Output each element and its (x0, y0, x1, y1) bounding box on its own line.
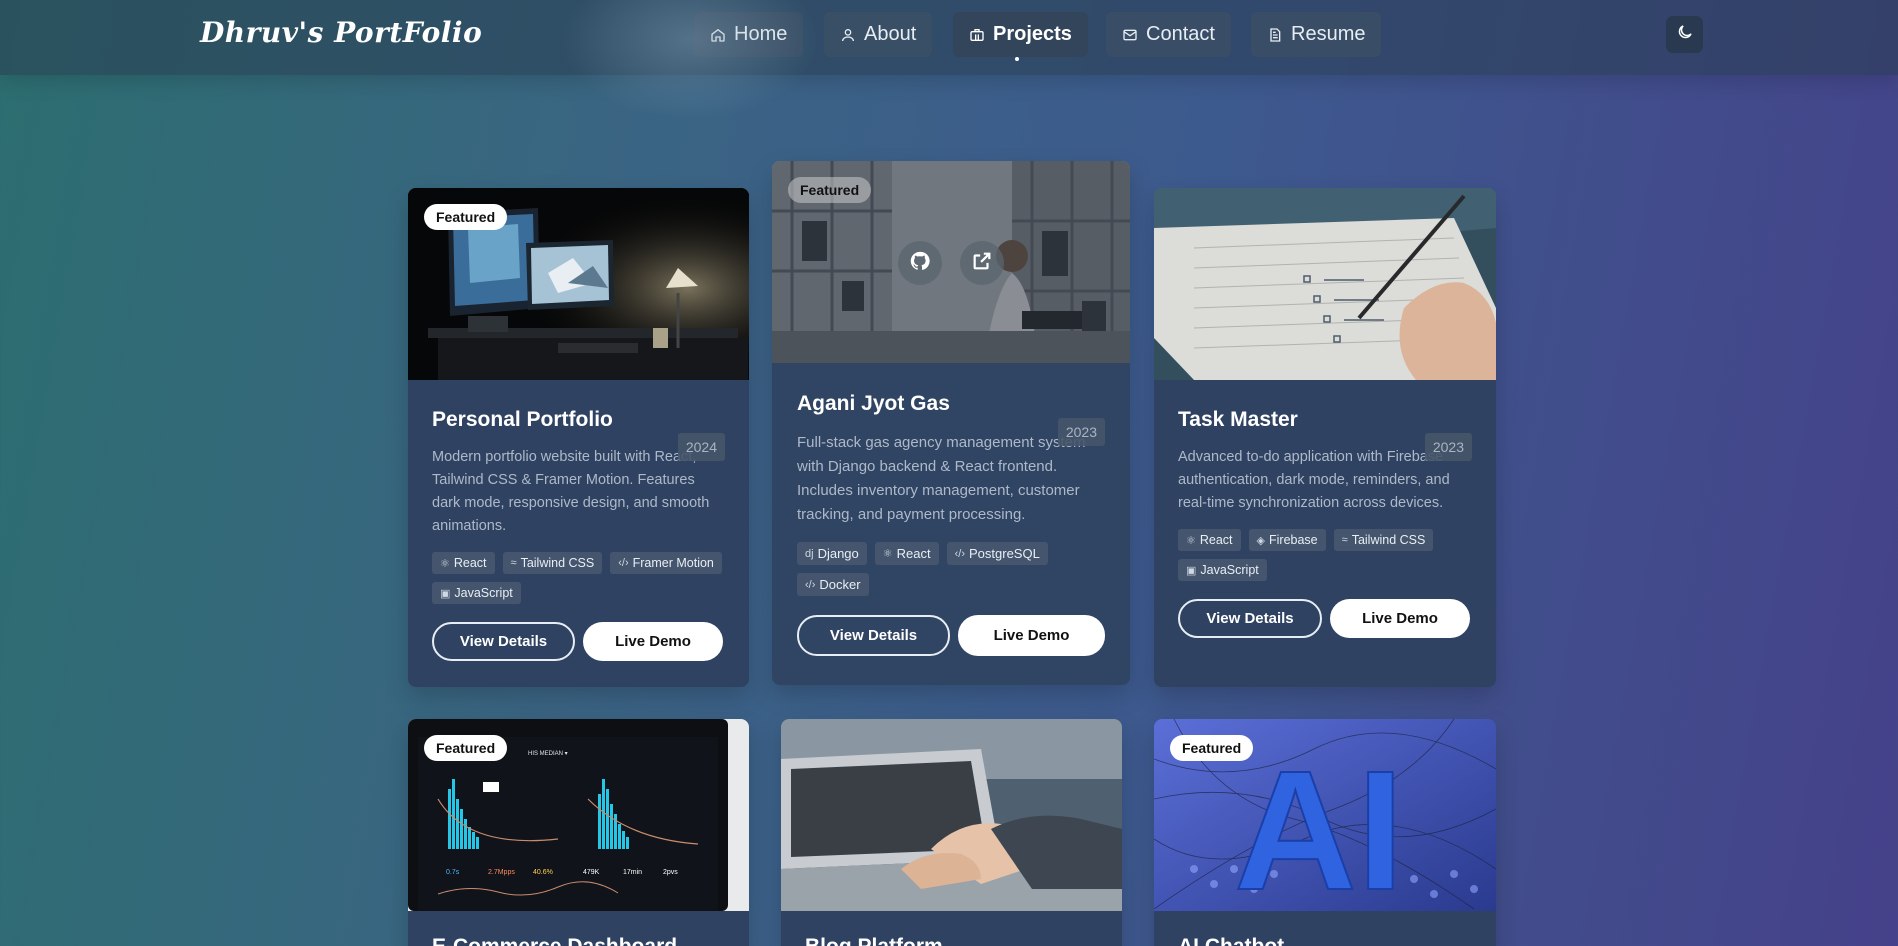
live-demo-button[interactable]: Live Demo (1330, 599, 1470, 638)
file-icon (1267, 27, 1283, 43)
react-icon: ⚛ (440, 557, 450, 570)
view-details-button[interactable]: View Details (797, 615, 950, 656)
project-title: Task Master (1178, 408, 1298, 431)
tech-tag: ⚛ React (874, 542, 939, 565)
nav-about-label: About (864, 23, 917, 45)
tech-tag: ▣ JavaScript (1178, 559, 1267, 581)
project-year: 2024 (677, 433, 725, 461)
nav-home-label: Home (734, 23, 788, 45)
tailwind-icon: ≈ (510, 557, 517, 569)
dashboard-stat: 40.6% (533, 869, 553, 876)
external-link-button[interactable] (960, 241, 1004, 285)
code-icon: ‹/› (805, 578, 816, 591)
project-image-notebook (1154, 188, 1496, 380)
project-image-dashboard: HIS MEDIAN ▾ 0.7s 2.7Mpps 40.6% 479K 17m… (408, 719, 749, 911)
user-icon (840, 27, 856, 43)
project-year: 2023 (1424, 433, 1472, 461)
code-icon: ‹/› (618, 557, 629, 569)
project-title: Personal Portfolio (432, 408, 613, 431)
site-logo[interactable]: Dhruv's PortFolio (200, 16, 482, 49)
dashboard-stat: 17min (623, 869, 642, 876)
project-title: E-Commerce Dashboard (432, 935, 725, 946)
active-indicator (1015, 57, 1019, 61)
github-link-button[interactable] (898, 241, 942, 285)
view-details-button[interactable]: View Details (1178, 599, 1322, 638)
tech-tags: ⚛ React ≈ Tailwind CSS ‹/› Framer Motion ▣ J… (432, 552, 732, 604)
external-link-icon (971, 250, 993, 277)
tech-tag: ▣ JavaScript (432, 582, 521, 604)
project-image-ai: AI Featured (1154, 719, 1496, 911)
firebase-icon: ◈ (1256, 534, 1265, 547)
nav-resume-label: Resume (1291, 23, 1366, 45)
code-icon: ‹/› (954, 547, 965, 560)
project-card: Featured Personal Portfolio 2024 Modern … (408, 188, 749, 687)
featured-badge: Featured (1170, 735, 1254, 761)
tech-tag: ‹/› PostgreSQL (946, 542, 1048, 565)
nav-about[interactable]: About (824, 12, 933, 57)
nav-contact-label: Contact (1146, 23, 1215, 45)
dashboard-stat: 2pvs (663, 869, 678, 876)
react-icon: ⚛ (1186, 534, 1196, 547)
featured-badge: Featured (424, 735, 508, 761)
github-icon (909, 250, 931, 277)
tech-tag: ⚛ React (1178, 529, 1241, 551)
dashboard-stat: 2.7Mpps (488, 869, 515, 876)
tech-tag: ≈ Tailwind CSS (1333, 529, 1434, 551)
javascript-icon: ▣ (440, 587, 451, 600)
live-demo-button[interactable]: Live Demo (958, 615, 1105, 656)
live-demo-button[interactable]: Live Demo (583, 622, 723, 661)
nav-home[interactable]: Home (694, 12, 804, 57)
featured-badge: Featured (788, 177, 872, 203)
tech-tag: ≈ Tailwind CSS (502, 552, 603, 574)
project-title: Agani Jyot Gas (797, 392, 950, 415)
project-title: AI Chatbot (1178, 935, 1472, 946)
react-icon: ⚛ (882, 548, 893, 560)
project-card: Blog Platform 2023 (781, 719, 1122, 946)
project-year: 2023 (1057, 418, 1105, 446)
tech-tag: ‹/› Docker (797, 573, 869, 596)
tailwind-icon: ≈ (1341, 534, 1348, 546)
home-icon (710, 27, 726, 43)
django-icon: dj (805, 547, 814, 560)
tech-tag: ‹/› Framer Motion (610, 552, 722, 574)
view-details-button[interactable]: View Details (432, 622, 575, 661)
navbar: Dhruv's PortFolio Home About Projects Co… (0, 0, 1898, 120)
briefcase-icon (969, 27, 985, 43)
dashboard-stat: 479K (583, 869, 600, 876)
dashboard-header-text: HIS MEDIAN ▾ (528, 751, 568, 757)
tech-tags: ⚛ React ◈ Firebase ≈ Tailwind CSS ▣ JavaScri… (1178, 529, 1478, 581)
tech-tag: ⚛ React (432, 552, 495, 574)
dashboard-stat: 0.7s (446, 869, 460, 876)
nav-resume[interactable]: Resume (1251, 12, 1382, 57)
project-card: HIS MEDIAN ▾ 0.7s 2.7Mpps 40.6% 479K 17m… (408, 719, 749, 946)
project-card: Featured Agani Jyot Gas 2023 Full-stack … (772, 161, 1130, 685)
ai-graphic-text: AI (1234, 736, 1404, 911)
project-card: AI Featured AI Chatbot 2024 (1154, 719, 1496, 946)
project-title: Blog Platform (805, 935, 1098, 946)
project-card: Task Master 2023 Advanced to-do applicat… (1154, 188, 1496, 687)
moon-icon (1676, 23, 1694, 46)
nav-projects[interactable]: Projects (953, 12, 1088, 57)
theme-toggle-button[interactable] (1666, 16, 1703, 53)
featured-badge: Featured (424, 204, 508, 230)
nav-contact[interactable]: Contact (1106, 12, 1231, 57)
project-image-laptop (781, 719, 1122, 911)
javascript-icon: ▣ (1186, 564, 1197, 577)
mail-icon (1122, 27, 1138, 43)
project-image-workspace: Featured (408, 188, 749, 380)
nav-projects-label: Projects (993, 23, 1072, 45)
tech-tag: ◈ Firebase (1248, 529, 1326, 551)
project-image-lab: Featured (772, 161, 1130, 363)
tech-tags: dj Django ⚛ React ‹/› PostgreSQL ‹/› Docker (797, 542, 1097, 596)
tech-tag: dj Django (797, 542, 867, 565)
